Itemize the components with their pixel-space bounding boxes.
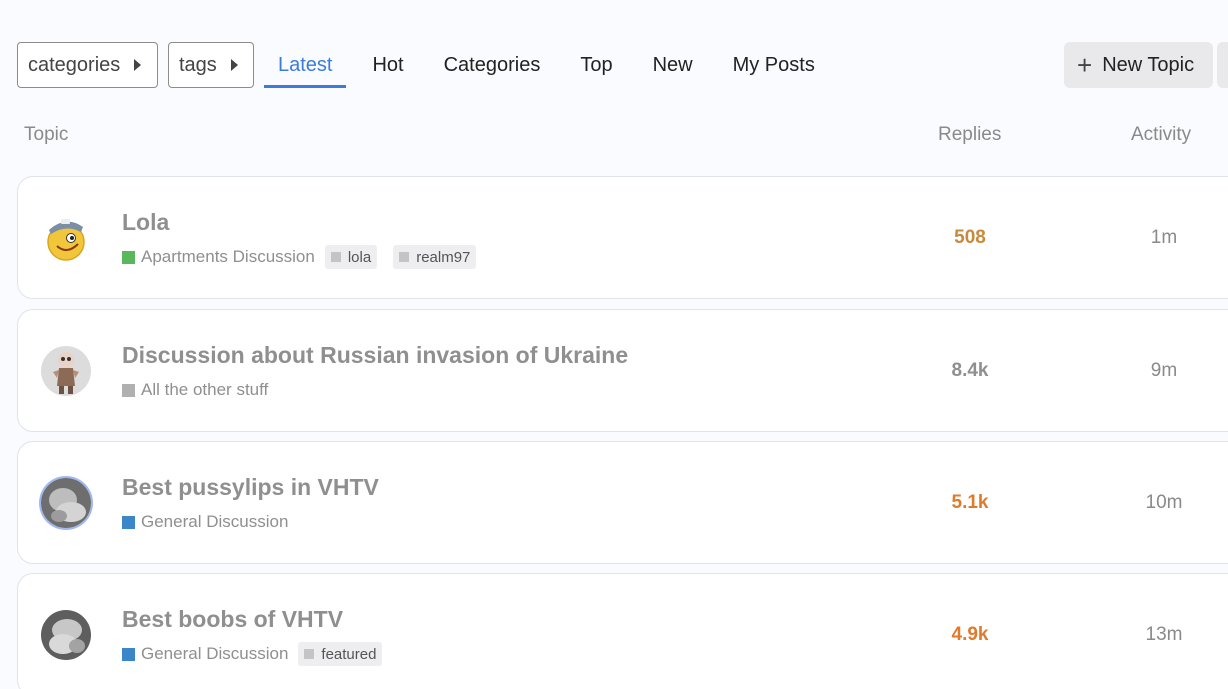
activity-time[interactable]: 1m: [1114, 227, 1214, 249]
plus-icon: +: [1077, 50, 1093, 80]
topic-row[interactable]: Lola Apartments Discussion lola realm97 …: [17, 176, 1228, 299]
caret-right-icon: [230, 59, 238, 71]
avatar[interactable]: [41, 346, 91, 396]
category-color-swatch: [122, 250, 135, 264]
photo-avatar-icon: [41, 478, 91, 528]
new-topic-label: New Topic: [1102, 53, 1195, 76]
tag-swatch: [399, 252, 410, 262]
column-header-topic[interactable]: Topic: [24, 124, 68, 146]
category-name: All the other stuff: [141, 380, 269, 399]
topic-title[interactable]: Discussion about Russian invasion of Ukr…: [122, 342, 628, 369]
reply-count[interactable]: 508: [918, 227, 1022, 249]
activity-time[interactable]: 13m: [1114, 624, 1214, 646]
avatar[interactable]: [41, 478, 91, 528]
categories-dropdown[interactable]: categories: [17, 42, 158, 88]
topic-meta: All the other stuff: [122, 378, 278, 402]
topic-meta: Apartments Discussion lola realm97: [122, 245, 492, 269]
avatar[interactable]: [41, 213, 91, 263]
topic-title[interactable]: Best boobs of VHTV: [122, 606, 343, 633]
reply-count[interactable]: 4.9k: [918, 624, 1022, 646]
topic-filter-tabs: Latest Hot Categories Top New My Posts: [264, 42, 841, 88]
tab-categories[interactable]: Categories: [430, 42, 555, 88]
category-color-swatch: [122, 515, 135, 529]
category-name: Apartments Discussion: [141, 247, 315, 266]
category-name: General Discussion: [141, 512, 289, 531]
topic-title[interactable]: Lola: [122, 209, 169, 236]
reply-count[interactable]: 5.1k: [918, 492, 1022, 514]
tag-badge[interactable]: featured: [298, 642, 383, 666]
topic-list-page: categories tags Latest Hot Categories To…: [0, 0, 1228, 689]
cartoon-figure-avatar-icon: [41, 346, 91, 396]
topic-row[interactable]: Best pussylips in VHTV General Discussio…: [17, 441, 1228, 564]
caret-right-icon: [134, 59, 142, 71]
tag-badge[interactable]: realm97: [393, 245, 477, 269]
tab-latest[interactable]: Latest: [264, 42, 347, 88]
tag-badge[interactable]: lola: [324, 245, 378, 269]
category-badge[interactable]: General Discussion: [122, 644, 288, 664]
tag-label: lola: [347, 248, 372, 266]
column-header-replies[interactable]: Replies: [938, 124, 1001, 146]
category-color-swatch: [122, 383, 135, 397]
category-name: General Discussion: [141, 644, 289, 663]
activity-time[interactable]: 9m: [1114, 360, 1214, 382]
topic-row[interactable]: Discussion about Russian invasion of Ukr…: [17, 309, 1228, 432]
tag-swatch: [330, 252, 341, 262]
tab-hot[interactable]: Hot: [358, 42, 417, 88]
more-button[interactable]: [1217, 42, 1228, 88]
column-header-activity[interactable]: Activity: [1131, 124, 1191, 146]
category-badge[interactable]: General Discussion: [122, 512, 288, 532]
category-badge[interactable]: Apartments Discussion: [122, 247, 315, 267]
tab-my-posts[interactable]: My Posts: [719, 42, 829, 88]
smiley-cap-avatar-icon: [41, 213, 91, 263]
tag-label: realm97: [416, 248, 471, 266]
category-color-swatch: [122, 647, 135, 661]
new-topic-button[interactable]: + New Topic: [1064, 42, 1213, 88]
topic-row[interactable]: Best boobs of VHTV General Discussion fe…: [17, 573, 1228, 689]
topic-title[interactable]: Best pussylips in VHTV: [122, 474, 379, 501]
tag-swatch: [304, 649, 315, 659]
category-badge[interactable]: All the other stuff: [122, 380, 268, 400]
reply-count[interactable]: 8.4k: [918, 360, 1022, 382]
topic-meta: General Discussion featured: [122, 642, 398, 666]
tab-new[interactable]: New: [639, 42, 707, 88]
tags-dropdown-label: tags: [179, 53, 217, 76]
tab-top[interactable]: Top: [566, 42, 626, 88]
categories-dropdown-label: categories: [28, 53, 121, 76]
tags-dropdown[interactable]: tags: [168, 42, 254, 88]
topic-meta: General Discussion: [122, 510, 298, 534]
photo-avatar-icon: [41, 610, 91, 660]
navigation-bar: categories tags Latest Hot Categories To…: [17, 42, 1228, 88]
activity-time[interactable]: 10m: [1114, 492, 1214, 514]
avatar[interactable]: [41, 610, 91, 660]
tag-label: featured: [321, 645, 377, 663]
